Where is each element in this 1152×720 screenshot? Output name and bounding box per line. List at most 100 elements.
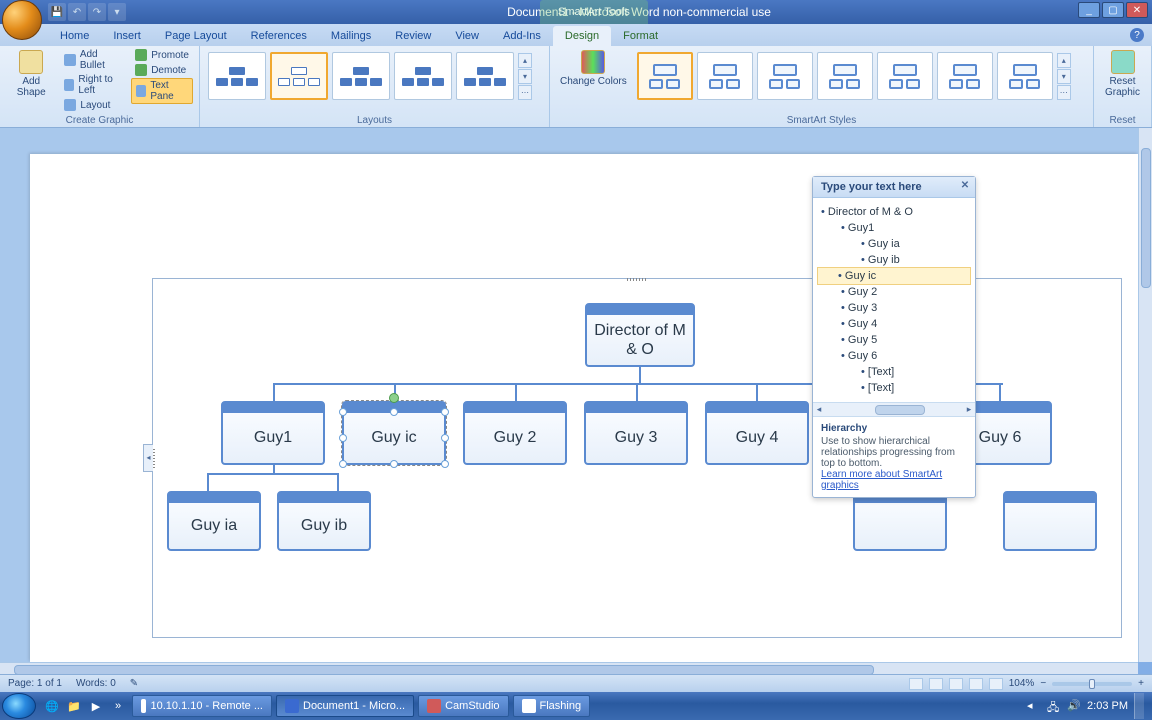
tab-mailings[interactable]: Mailings (319, 26, 383, 46)
volume-icon[interactable]: 🔊 (1067, 699, 1081, 713)
text-pane-item[interactable]: Guy1 (821, 220, 967, 236)
undo-icon[interactable]: ↶ (68, 3, 86, 21)
demote-button[interactable]: Demote (131, 63, 193, 77)
help-icon[interactable]: ? (1130, 28, 1144, 42)
style-option-5[interactable] (877, 52, 933, 100)
resize-handle[interactable] (339, 434, 347, 442)
resize-handle[interactable] (441, 408, 449, 416)
layout-option-2[interactable] (270, 52, 328, 100)
zoom-slider[interactable] (1052, 682, 1132, 686)
tab-design[interactable]: Design (553, 26, 611, 46)
resize-handle[interactable] (441, 434, 449, 442)
text-pane[interactable]: Type your text here ✕ Director of M & O … (812, 176, 976, 498)
learn-more-link[interactable]: Learn more about SmartArt graphics (821, 469, 942, 491)
scroll-thumb[interactable] (875, 405, 925, 415)
zoom-thumb[interactable] (1089, 679, 1095, 689)
style-option-2[interactable] (697, 52, 753, 100)
node-blank-1[interactable] (853, 491, 947, 551)
resize-handle[interactable] (339, 408, 347, 416)
text-pane-toggle[interactable]: ◂ (143, 444, 153, 472)
text-pane-header[interactable]: Type your text here ✕ (813, 177, 975, 198)
view-print-layout[interactable] (909, 678, 923, 690)
layouts-scroll-down[interactable]: ▾ (518, 69, 532, 84)
node-guy2[interactable]: Guy 2 (463, 401, 567, 465)
reset-graphic-button[interactable]: Reset Graphic (1100, 48, 1145, 100)
text-pane-item-selected[interactable]: Guy ic (817, 267, 971, 285)
text-pane-item[interactable]: Director of M & O (821, 204, 967, 220)
tab-insert[interactable]: Insert (101, 26, 153, 46)
layout-option-5[interactable] (456, 52, 514, 100)
right-to-left-button[interactable]: Right to Left (60, 73, 127, 97)
save-icon[interactable]: 💾 (48, 3, 66, 21)
layout-option-1[interactable] (208, 52, 266, 100)
text-pane-item[interactable]: Guy 5 (821, 332, 967, 348)
resize-handle[interactable] (339, 460, 347, 468)
text-pane-body[interactable]: Director of M & O Guy1 Guy ia Guy ib Guy… (813, 198, 975, 402)
tab-view[interactable]: View (443, 26, 491, 46)
style-option-3[interactable] (757, 52, 813, 100)
rotation-handle[interactable] (389, 393, 399, 403)
tab-home[interactable]: Home (48, 26, 101, 46)
add-bullet-button[interactable]: Add Bullet (60, 48, 127, 72)
tab-page-layout[interactable]: Page Layout (153, 26, 239, 46)
node-guy-ia[interactable]: Guy ia (167, 491, 261, 551)
task-word[interactable]: Document1 - Micro... (276, 695, 414, 717)
zoom-out-icon[interactable]: − (1040, 678, 1046, 689)
text-pane-item[interactable]: Guy 2 (821, 284, 967, 300)
change-colors-button[interactable]: Change Colors (556, 48, 631, 89)
layout-option-4[interactable] (394, 52, 452, 100)
word-count[interactable]: Words: 0 (76, 678, 116, 689)
office-button[interactable] (2, 0, 42, 40)
redo-icon[interactable]: ↷ (88, 3, 106, 21)
close-button[interactable]: ✕ (1126, 2, 1148, 18)
show-desktop[interactable] (1134, 693, 1144, 719)
layouts-scroll-up[interactable]: ▴ (518, 53, 532, 68)
node-guy-ic[interactable]: Guy ic (342, 401, 446, 465)
task-flashing[interactable]: Flashing (513, 695, 591, 717)
network-icon[interactable]: 🖧 (1047, 699, 1061, 713)
view-draft[interactable] (989, 678, 1003, 690)
minimize-button[interactable]: _ (1078, 2, 1100, 18)
start-button[interactable] (2, 693, 36, 719)
text-pane-item[interactable]: Guy ia (821, 236, 967, 252)
text-pane-item[interactable]: Guy 3 (821, 300, 967, 316)
text-pane-button[interactable]: Text Pane (131, 78, 193, 104)
hscroll-thumb[interactable] (14, 665, 874, 675)
layouts-more[interactable]: ⋯ (518, 85, 532, 100)
styles-more[interactable]: ⋯ (1057, 85, 1071, 100)
styles-scroll-up[interactable]: ▴ (1057, 53, 1071, 68)
ql-more-icon[interactable]: » (108, 695, 128, 717)
tab-format[interactable]: Format (611, 26, 670, 46)
proofing-icon[interactable]: ✎ (130, 678, 138, 689)
style-option-6[interactable] (937, 52, 993, 100)
text-pane-hscroll[interactable]: ◂ ▸ (813, 402, 975, 416)
scroll-right-icon[interactable]: ▸ (963, 404, 975, 416)
task-remote[interactable]: 10.10.1.10 - Remote ... (132, 695, 272, 717)
layout-option-3[interactable] (332, 52, 390, 100)
node-guy4[interactable]: Guy 4 (705, 401, 809, 465)
add-shape-button[interactable]: Add Shape (6, 48, 56, 100)
node-guy3[interactable]: Guy 3 (584, 401, 688, 465)
resize-handle[interactable] (390, 408, 398, 416)
page-indicator[interactable]: Page: 1 of 1 (8, 678, 62, 689)
text-pane-item[interactable]: Guy 6 (821, 348, 967, 364)
text-pane-item[interactable]: Guy ib (821, 252, 967, 268)
view-outline[interactable] (969, 678, 983, 690)
text-pane-item[interactable]: [Text] (821, 380, 967, 396)
text-pane-item[interactable]: Guy 4 (821, 316, 967, 332)
ie-icon[interactable]: 🌐 (42, 695, 62, 717)
view-web-layout[interactable] (949, 678, 963, 690)
canvas-handle-top[interactable] (627, 278, 647, 281)
qat-customize-icon[interactable]: ▾ (108, 3, 126, 21)
resize-handle[interactable] (390, 460, 398, 468)
resize-handle[interactable] (441, 460, 449, 468)
tray-icon[interactable]: ◂ (1027, 699, 1041, 713)
text-pane-item[interactable]: [Text] (821, 364, 967, 380)
text-pane-close[interactable]: ✕ (959, 181, 971, 193)
styles-scroll-down[interactable]: ▾ (1057, 69, 1071, 84)
media-icon[interactable]: ▶ (86, 695, 106, 717)
scroll-left-icon[interactable]: ◂ (813, 404, 825, 416)
maximize-button[interactable]: ▢ (1102, 2, 1124, 18)
zoom-in-icon[interactable]: + (1138, 678, 1144, 689)
node-guy1[interactable]: Guy1 (221, 401, 325, 465)
